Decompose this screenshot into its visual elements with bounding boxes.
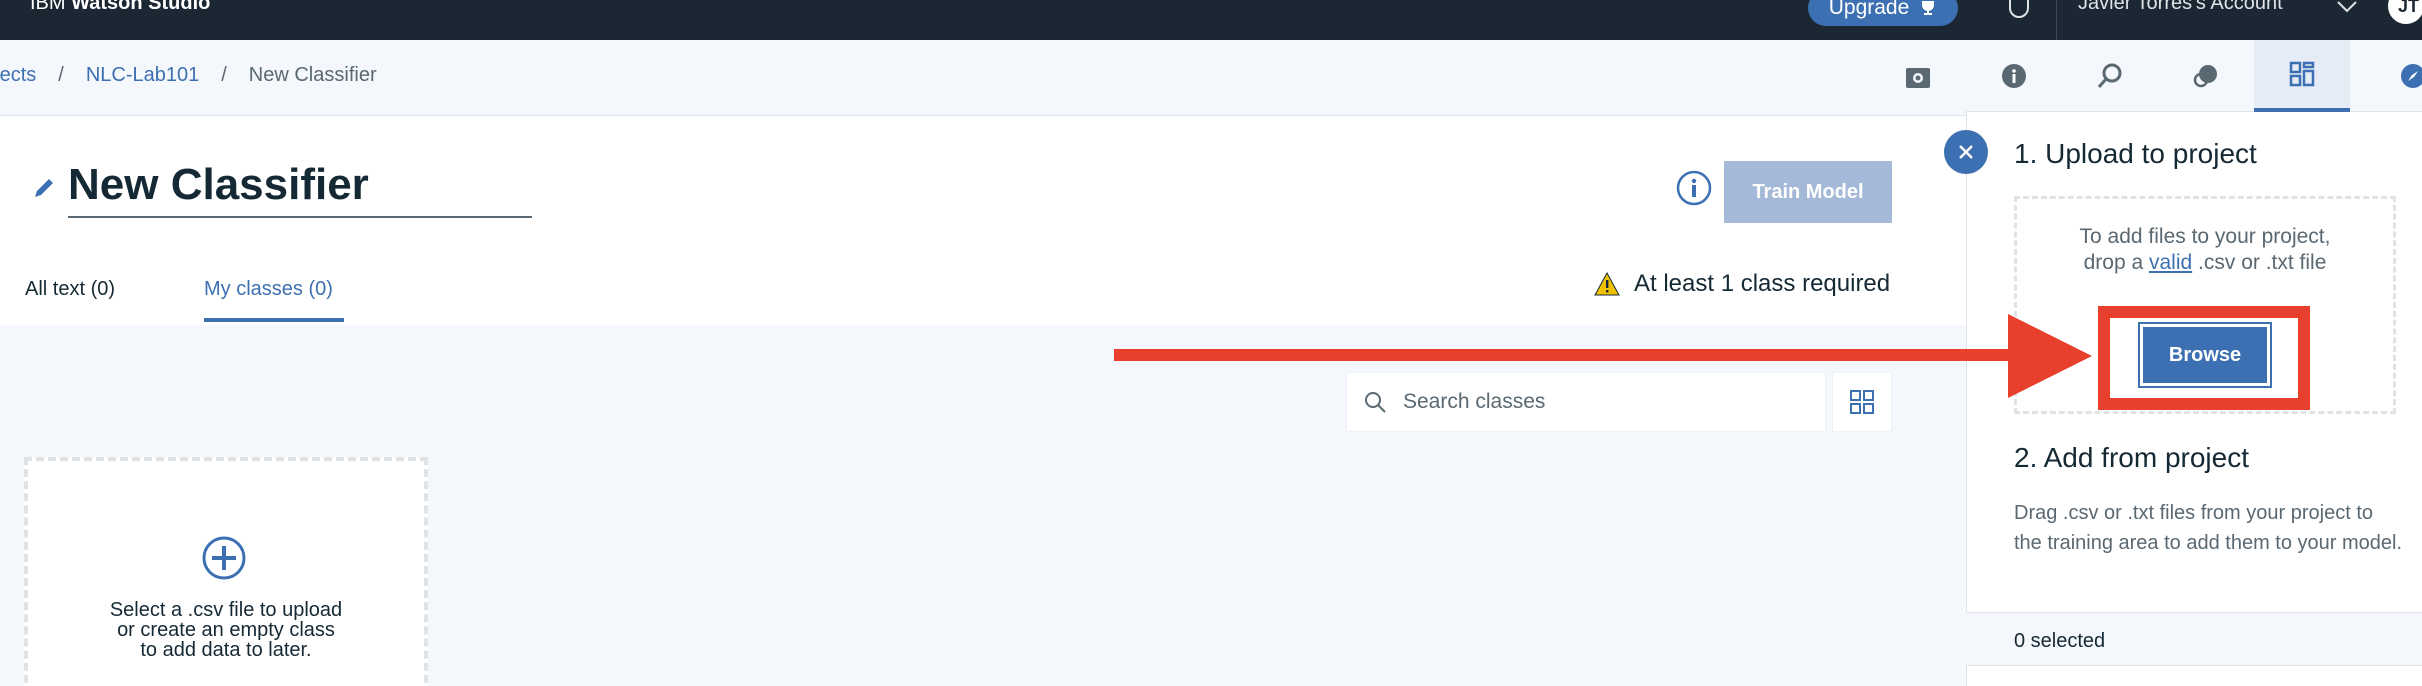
app-brand[interactable]: IBM Watson Studio <box>30 0 210 15</box>
upgrade-button[interactable]: Upgrade <box>1808 0 1958 26</box>
tab-my-classes[interactable]: My classes (0) <box>204 278 333 301</box>
add-from-project-description: Drag .csv or .txt files from your projec… <box>2014 502 2403 554</box>
upgrade-label: Upgrade <box>1828 0 1910 19</box>
breadcrumb-project[interactable]: NLC-Lab101 <box>86 64 199 87</box>
close-icon <box>1959 145 1973 159</box>
drop-text-line-2: drop a valid .csv or .txt file <box>2014 250 2396 276</box>
active-tab-indicator <box>204 318 344 322</box>
find-data-icon <box>2097 63 2122 88</box>
grid-view-icon <box>1850 390 1874 414</box>
search-icon <box>1365 392 1386 413</box>
breadcrumb-separator: / <box>58 64 64 86</box>
tab-find[interactable] <box>2062 40 2158 112</box>
breadcrumb: Projects / NLC-Lab101 / New Classifier <box>0 64 377 87</box>
valid-file-link[interactable]: valid <box>2149 251 2192 274</box>
grid-view-toggle[interactable] <box>1832 372 1892 432</box>
add-class-line: Select a .csv file to upload <box>109 599 343 621</box>
warning-text: At least 1 class required <box>1634 270 1891 297</box>
top-nav-bar <box>0 0 2422 40</box>
annotation-highlight-box <box>2098 306 2310 410</box>
drop-instructions: To add files to your project, drop a val… <box>2014 224 2396 276</box>
notification-bell-icon[interactable] <box>2006 0 2032 20</box>
train-model-button[interactable]: Train Model <box>1724 161 1892 223</box>
selected-count: 0 selected <box>2014 630 2106 652</box>
classifier-name-field[interactable]: New Classifier <box>68 160 532 218</box>
brand-ibm: IBM <box>30 0 66 14</box>
brand-product: Watson Studio <box>71 0 211 14</box>
search-placeholder: Search classes <box>1403 390 1546 413</box>
tab-comments[interactable] <box>2158 40 2254 112</box>
data-icon <box>2289 61 2315 87</box>
compass-icon <box>2401 64 2422 88</box>
annotation-arrow-head <box>2008 314 2092 398</box>
search-input[interactable]: Search classes <box>1346 372 1826 432</box>
drop-text-pre: drop a <box>2083 251 2149 274</box>
add-circle-icon[interactable] <box>200 534 248 582</box>
add-from-project-title: 2. Add from project <box>2014 442 2250 473</box>
warning-message: At least 1 class required <box>1594 270 1890 298</box>
info-icon[interactable] <box>1676 170 1712 206</box>
tab-all-text[interactable]: All text (0) <box>25 278 115 301</box>
tab-info[interactable] <box>1966 40 2062 112</box>
preview-icon[interactable] <box>1904 64 1932 92</box>
annotation-arrow-line <box>1114 349 2014 361</box>
comments-icon <box>2193 65 2217 88</box>
warning-icon <box>1594 272 1620 296</box>
account-switcher[interactable]: Javier Torres's Account <box>2078 0 2283 15</box>
edit-pencil-icon[interactable] <box>32 176 56 200</box>
add-class-instructions: Select a .csv file to upload or create a… <box>24 600 428 660</box>
topbar-divider <box>2056 0 2057 40</box>
trophy-icon <box>1922 1 1935 15</box>
add-class-line: to add data to later. <box>140 639 312 661</box>
upload-section-title: 1. Upload to project <box>2014 138 2257 169</box>
close-panel-button[interactable] <box>1944 130 1988 174</box>
tab-explore[interactable] <box>2350 40 2422 112</box>
breadcrumb-current: New Classifier <box>248 64 377 86</box>
tab-data[interactable] <box>2254 40 2350 112</box>
breadcrumb-separator: / <box>221 64 227 86</box>
breadcrumb-projects[interactable]: Projects <box>0 64 36 87</box>
drop-text-line: To add files to your project, <box>2079 225 2331 248</box>
add-class-line: or create an empty class <box>117 619 335 641</box>
info-icon <box>2002 64 2026 88</box>
chevron-down-icon[interactable] <box>2336 0 2358 14</box>
drop-text-post: .csv or .txt file <box>2192 251 2327 274</box>
